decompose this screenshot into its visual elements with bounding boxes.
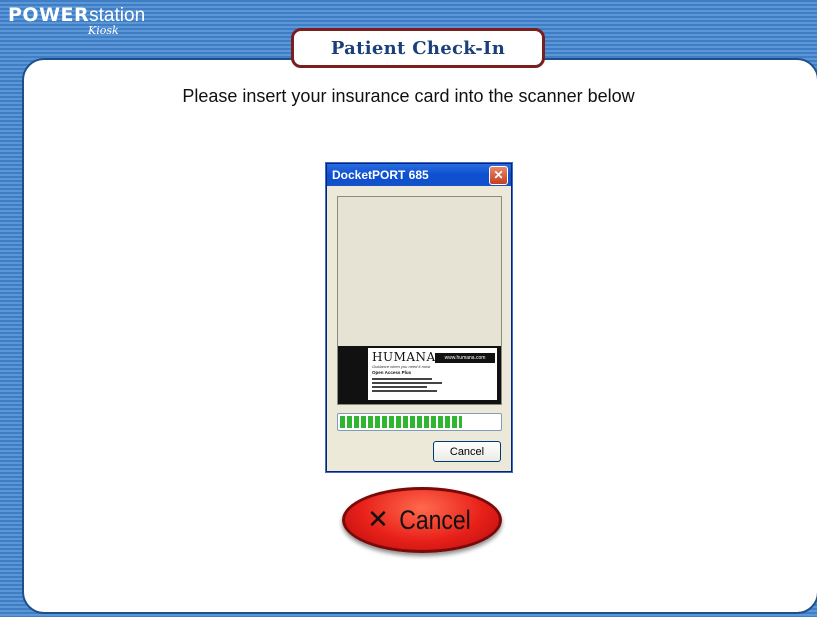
instruction-text: Please insert your insurance card into t…	[182, 86, 635, 106]
card-url: www.humana.com	[435, 353, 495, 363]
page-title-tab: Patient Check-In	[291, 28, 545, 68]
logo-station: station	[89, 5, 146, 26]
scanned-card-band: HUMANA. www.humana.com Guidance when you…	[338, 346, 501, 404]
powerstation-logo: POWERstation Kiosk	[8, 4, 146, 37]
logo-power: POWER	[8, 4, 90, 26]
dialog-title: DocketPORT 685	[332, 168, 429, 182]
card-text-line	[372, 386, 427, 388]
dialog-cancel-button[interactable]: Cancel	[433, 441, 501, 462]
cancel-button-label: Cancel	[399, 504, 471, 535]
page-title: Patient Check-In	[330, 37, 506, 59]
x-icon: ✕	[367, 505, 389, 535]
card-text-line	[372, 390, 437, 392]
card-text-line	[372, 382, 442, 384]
scanner-dialog: DocketPORT 685 ✕ HUMANA. www.humana.com …	[326, 163, 512, 472]
card-plan: Open Access Plus	[372, 370, 412, 375]
card-tagline: Guidance when you need it most	[372, 364, 431, 369]
logo-kiosk: Kiosk	[88, 24, 119, 37]
card-brand: HUMANA.	[372, 350, 441, 364]
close-icon[interactable]: ✕	[489, 166, 508, 185]
cancel-button[interactable]: ✕ Cancel	[342, 487, 502, 553]
dialog-titlebar[interactable]: DocketPORT 685	[327, 164, 511, 186]
scan-progress-fill	[340, 416, 462, 428]
insurance-card-image: HUMANA. www.humana.com Guidance when you…	[368, 348, 497, 400]
scan-preview: HUMANA. www.humana.com Guidance when you…	[337, 196, 502, 405]
card-text-line	[372, 378, 432, 380]
kiosk-frame: POWERstation Kiosk Patient Check-In Plea…	[0, 0, 817, 617]
scan-progress-bar	[337, 413, 502, 431]
